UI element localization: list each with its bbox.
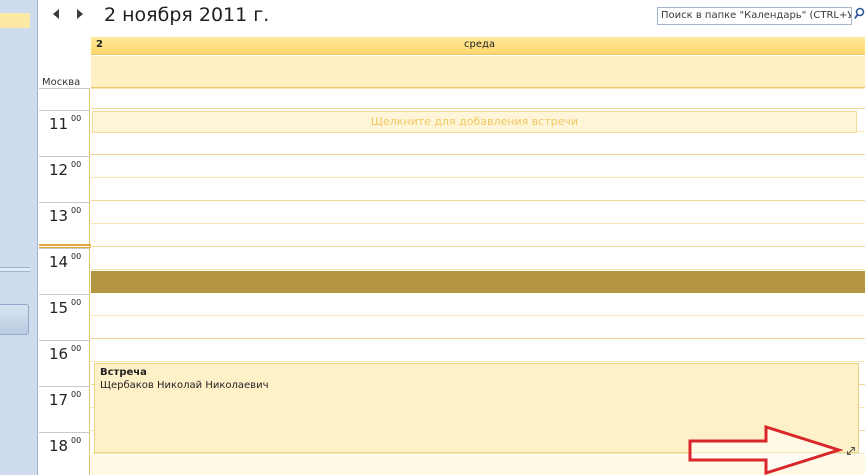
hour-label: 18 00 bbox=[39, 432, 90, 475]
hour-value: 18 bbox=[49, 437, 69, 455]
chevron-left-icon[interactable] bbox=[53, 9, 59, 19]
hour-minutes: 00 bbox=[71, 436, 82, 445]
slot-divider bbox=[91, 223, 865, 224]
calendar-header: 2 ноября 2011 г. Поиск в папке "Календар… bbox=[39, 0, 865, 37]
resize-handle-icon[interactable] bbox=[846, 446, 856, 456]
slot-divider bbox=[91, 246, 865, 247]
hour-value: 16 bbox=[49, 345, 69, 363]
hour-value: 13 bbox=[49, 207, 69, 225]
slot-divider bbox=[91, 108, 865, 109]
nav-splitter[interactable] bbox=[0, 267, 30, 272]
hour-label: 14 00 bbox=[39, 248, 90, 294]
nav-pane-button[interactable] bbox=[0, 304, 29, 335]
hour-value: 12 bbox=[49, 161, 69, 179]
timezone-label: Москва bbox=[42, 77, 81, 88]
day-number: 2 bbox=[96, 39, 103, 50]
slot-divider bbox=[91, 88, 865, 89]
hour-label: 12 00 bbox=[39, 156, 90, 202]
slot-divider bbox=[91, 269, 865, 270]
slot-divider bbox=[91, 315, 865, 316]
search-icon[interactable] bbox=[854, 6, 865, 22]
search-input[interactable]: Поиск в папке "Календарь" (CTRL+У) bbox=[657, 7, 852, 25]
hour-minutes: 00 bbox=[71, 344, 82, 353]
add-appointment-prompt[interactable]: Щелкните для добавления встречи bbox=[92, 111, 857, 133]
day-weekday: среда bbox=[464, 39, 496, 50]
hour-minutes: 00 bbox=[71, 252, 82, 261]
day-header[interactable]: 2 среда bbox=[91, 37, 865, 55]
slot-divider bbox=[91, 154, 865, 155]
time-column: 11 00 12 00 13 00 14 00 15 00 16 00 17 0… bbox=[39, 89, 90, 475]
hour-value: 11 bbox=[49, 115, 69, 133]
hour-minutes: 00 bbox=[71, 206, 82, 215]
slot-divider bbox=[91, 361, 865, 362]
hour-label: 17 00 bbox=[39, 386, 90, 432]
hour-value: 15 bbox=[49, 299, 69, 317]
hour-label: 15 00 bbox=[39, 294, 90, 340]
appointment-title: Встреча bbox=[100, 367, 147, 378]
slot-divider bbox=[91, 200, 865, 201]
date-title: 2 ноября 2011 г. bbox=[104, 4, 270, 26]
hour-minutes: 00 bbox=[71, 298, 82, 307]
navigation-pane-edge bbox=[0, 0, 38, 475]
slot-divider bbox=[91, 177, 865, 178]
appointment-organizer: Щербаков Николай Николаевич bbox=[100, 380, 269, 391]
hour-minutes: 00 bbox=[71, 114, 82, 123]
nav-selected-accent bbox=[0, 13, 30, 28]
hour-minutes: 00 bbox=[71, 160, 82, 169]
hour-value: 17 bbox=[49, 391, 69, 409]
hour-value: 14 bbox=[49, 253, 69, 271]
annotation-arrow-icon bbox=[688, 425, 843, 475]
day-column[interactable]: 2 среда Щелкните для добавления встречи … bbox=[91, 37, 865, 475]
all-day-events-area[interactable] bbox=[91, 56, 865, 88]
slot-divider bbox=[91, 338, 865, 339]
chevron-right-icon[interactable] bbox=[77, 9, 83, 19]
hour-label: 13 00 bbox=[39, 202, 90, 248]
current-time-marker bbox=[39, 244, 91, 248]
hour-label: 11 00 bbox=[39, 110, 90, 156]
busy-time-band bbox=[91, 271, 865, 293]
hour-label: 16 00 bbox=[39, 340, 90, 386]
hour-minutes: 00 bbox=[71, 390, 82, 399]
